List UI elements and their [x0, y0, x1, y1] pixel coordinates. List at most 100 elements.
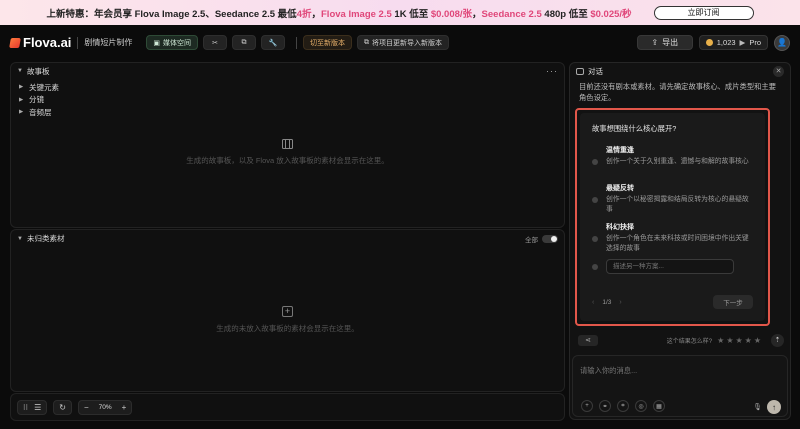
credits-count: 1,023: [716, 38, 736, 47]
star-icon[interactable]: ★: [735, 336, 742, 345]
media-space-button[interactable]: ▣ 媒体空间: [146, 35, 199, 50]
star-icon[interactable]: ★: [754, 336, 761, 345]
more-icon[interactable]: ···: [546, 66, 558, 76]
tree-item-shots[interactable]: ▶ 分镜: [19, 94, 556, 107]
storyboard-panel: ▼ 故事板 ··· ▶ 关键元素 ▶ 分镜 ▶ 音频层 生成的故事板，以及 Fl…: [10, 62, 565, 228]
scroll-to-top-icon[interactable]: ⇡: [771, 333, 784, 347]
copy-button[interactable]: ⧉: [232, 35, 257, 50]
promo-image-product: Flova Image 2.5: [321, 8, 392, 20]
option-scifi-choice[interactable]: 科幻抉择 创作一个角色在未来科技或时间困境中作出关键选择的故事: [592, 222, 752, 254]
import-new-label: 将项目更新导入新版本: [372, 39, 443, 47]
storyboard-empty-state: 生成的故事板，以及 Flova 放入故事板的素材会显示在这里。: [11, 139, 564, 166]
tree-item-label: 分镜: [29, 95, 44, 105]
add-icon[interactable]: +: [581, 400, 593, 412]
export-button[interactable]: ⇪ 导出: [636, 35, 693, 50]
chevron-down-icon[interactable]: ▼: [17, 68, 23, 74]
share-icon[interactable]: ⋖: [578, 334, 598, 346]
link-icon[interactable]: ⚭: [599, 400, 611, 412]
export-label: 导出: [662, 38, 679, 47]
promo-image-res: 1K 低至: [391, 8, 431, 20]
chat-message-input[interactable]: [580, 366, 770, 375]
option-title: 悬疑反转: [606, 185, 634, 192]
question-card-inner: 故事想围绕什么核心展开? 温情重逢 创作一个关于久别重逢、遗憾与和解的故事核心 …: [580, 113, 765, 321]
calendar-icon[interactable]: ▦: [653, 400, 665, 412]
radio-button[interactable]: [592, 263, 598, 270]
chat-panel: 对话 ✕ 目前还没有剧本或素材。请先确定故事核心、成片类型和主要角色设定。 故事…: [569, 62, 791, 420]
option-warm-reunion[interactable]: 温情重逢 创作一个关于久别重逢、遗憾与和解的故事核心: [592, 145, 752, 167]
switch-version-button[interactable]: 切至新版本: [303, 35, 353, 50]
top-toolbar: Flova.ai 剧情短片制作 ▣ 媒体空间 ✂ ⧉ 🔧 切至新版本 ⧉ 将项目…: [0, 25, 800, 60]
close-icon[interactable]: ✕: [773, 65, 784, 77]
play-icon: ▶: [739, 38, 746, 47]
send-icon[interactable]: ↑: [767, 400, 781, 414]
chevron-left-icon[interactable]: ‹: [592, 299, 594, 306]
zoom-out-icon[interactable]: −: [84, 403, 89, 412]
chevron-right-icon: ▶: [19, 109, 24, 116]
promo-video-product: Seedance 2.5: [481, 8, 542, 20]
brand-logo[interactable]: Flova.ai: [9, 35, 72, 50]
tools-button[interactable]: 🔧: [261, 35, 286, 50]
promo-video-price: $0.025/秒: [590, 8, 632, 20]
plan-label: Pro: [749, 38, 761, 47]
coin-icon: [705, 39, 713, 46]
wrench-icon: 🔧: [268, 39, 278, 47]
list-view-icon[interactable]: ☰: [34, 403, 41, 412]
zoom-group: − 70% +: [77, 399, 133, 415]
radio-button[interactable]: [592, 197, 598, 203]
feedback-row: ⋖ 这个结果怎么样? ★ ★ ★ ★ ★ ⇡: [578, 333, 784, 347]
add-asset-icon[interactable]: +: [282, 306, 293, 317]
zoom-in-icon[interactable]: +: [122, 403, 127, 412]
tree-item-audio-layer[interactable]: ▶ 音频层: [19, 106, 556, 119]
chat-header: 对话 ✕: [570, 63, 790, 79]
chat-bubble-icon: [576, 67, 584, 75]
radio-button[interactable]: [592, 236, 598, 242]
promo-lead: 上新特惠：年会员享 Flova Image 2.5、Seedance 2.5 最…: [46, 8, 297, 20]
chevron-down-icon[interactable]: ▼: [17, 236, 23, 242]
scissors-icon: ✂: [212, 39, 218, 47]
microphone-icon[interactable]: 🎙: [753, 403, 762, 411]
tree-item-key-elements[interactable]: ▶ 关键元素: [19, 81, 556, 94]
radio-button[interactable]: [592, 159, 598, 165]
option-body: 悬疑反转 创作一个以秘密揭露和结局反转为核心的悬疑故事: [606, 183, 752, 215]
storyboard-empty-text: 生成的故事板，以及 Flova 放入故事板的素材会显示在这里。: [186, 156, 389, 165]
import-icon: ⧉: [364, 38, 370, 46]
promo-video-sep: ，: [472, 8, 482, 20]
media-space-label: 媒体空间: [163, 39, 192, 47]
chevron-right-icon[interactable]: ›: [619, 299, 621, 306]
refresh-icon[interactable]: ↻: [59, 403, 66, 412]
upload-icon: ⇪: [651, 38, 659, 47]
storyboard-tree: ▶ 关键元素 ▶ 分镜 ▶ 音频层: [11, 79, 564, 121]
promo-text: 上新特惠：年会员享 Flova Image 2.5、Seedance 2.5 最…: [46, 6, 631, 20]
star-icon[interactable]: ★: [726, 336, 733, 345]
grid-view-icon[interactable]: ⁝⁝: [23, 403, 28, 412]
user-icon: 👤: [777, 38, 787, 47]
option-title: 温情重逢: [606, 147, 634, 154]
promo-video-res: 480p 低至: [541, 8, 591, 20]
style-icon[interactable]: ◎: [635, 400, 647, 412]
brand-name: Flova.ai: [23, 35, 72, 50]
option-suspense-twist[interactable]: 悬疑反转 创作一个以秘密揭露和结局反转为核心的悬疑故事: [592, 183, 752, 215]
option-description: 创作一个关于久别重逢、遗憾与和解的故事核心: [606, 158, 749, 165]
assistant-message: 目前还没有剧本或素材。请先确定故事核心、成片类型和主要角色设定。: [579, 82, 777, 103]
option-title: 科幻抉择: [606, 224, 634, 231]
star-icon[interactable]: ★: [745, 336, 752, 345]
unsorted-header: ▼ 未归类素材 全部: [11, 230, 564, 247]
show-all-toggle[interactable]: [542, 234, 558, 243]
question-pager: ‹ 1/3 ›: [592, 299, 622, 306]
star-icon[interactable]: ★: [717, 336, 724, 345]
question-card: 故事想围绕什么核心展开? 温情重逢 创作一个关于久别重逢、遗憾与和解的故事核心 …: [575, 108, 770, 326]
grid-icon[interactable]: ⌗: [617, 400, 629, 412]
import-new-version-button[interactable]: ⧉ 将项目更新导入新版本: [357, 35, 450, 50]
option-body: 温情重逢 创作一个关于久别重逢、遗憾与和解的故事核心: [606, 145, 749, 167]
custom-option-input[interactable]: [606, 259, 734, 274]
scissors-button[interactable]: ✂: [203, 35, 228, 50]
show-all-label: 全部: [525, 236, 538, 244]
chat-title: 对话: [588, 66, 603, 76]
input-toolbar: + ⚭ ⌗ ◎ ▦: [581, 400, 665, 412]
credits-badge[interactable]: 1,023 ▶ Pro: [698, 35, 768, 50]
canvas-bottom-bar: ⁝⁝ ☰ ↻ − 70% +: [10, 393, 565, 421]
subscribe-button[interactable]: 立即订阅: [653, 5, 754, 20]
project-title[interactable]: 剧情短片制作: [84, 37, 132, 48]
next-step-button[interactable]: 下一步: [713, 295, 753, 309]
user-avatar[interactable]: 👤: [774, 34, 790, 51]
